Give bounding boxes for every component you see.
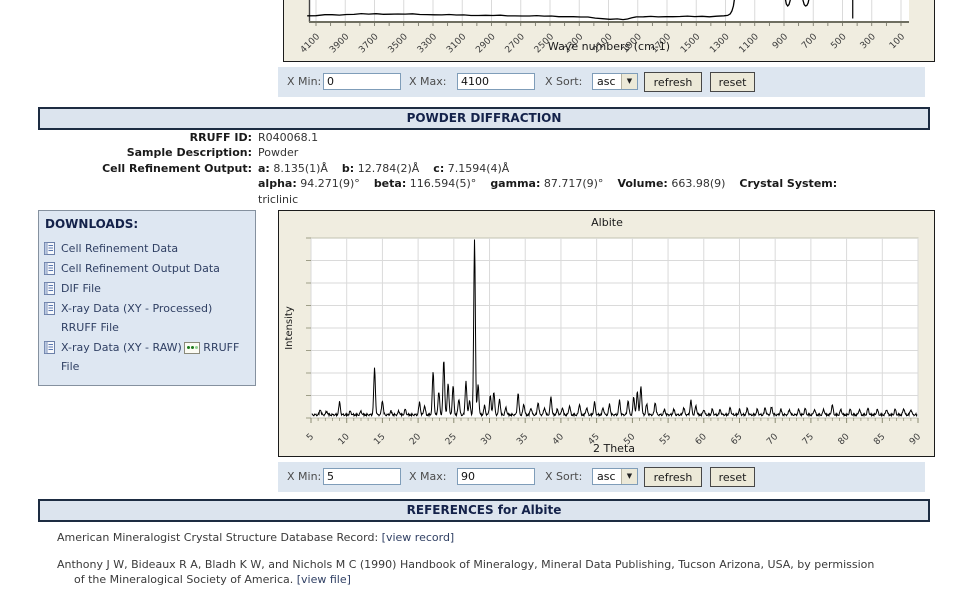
reference-link[interactable]: [view record] bbox=[382, 531, 455, 544]
references-list: American Mineralogist Crystal Structure … bbox=[57, 530, 937, 599]
x-tick-label: 100 bbox=[888, 32, 907, 51]
info-value: Powder bbox=[258, 146, 298, 159]
file-icon bbox=[44, 262, 55, 275]
x-min-input[interactable] bbox=[323, 468, 401, 485]
x-axis-title: Wave numbers (cm-1) bbox=[548, 40, 670, 53]
reset-button[interactable]: reset bbox=[710, 72, 755, 92]
x-tick-label: 1100 bbox=[738, 32, 761, 55]
x-min-label: X Min: bbox=[287, 470, 321, 483]
cell-params-line1: a: 8.135(1)Åb: 12.784(2)Åc: 7.1594(4)Å bbox=[258, 162, 523, 175]
sample-info: RRUFF ID: R040068.1 Sample Description: Pow… bbox=[38, 130, 938, 207]
x-tick-label: 2700 bbox=[504, 32, 527, 55]
x-sort-select[interactable]: asc ▼ bbox=[592, 468, 638, 485]
x-sort-label: X Sort: bbox=[545, 75, 582, 88]
info-label: Cell Refinement Output: bbox=[38, 161, 252, 176]
refresh-button[interactable]: refresh bbox=[644, 72, 702, 92]
x-sort-select[interactable]: asc ▼ bbox=[592, 73, 638, 90]
x-max-input[interactable] bbox=[457, 73, 535, 90]
x-tick-label: 55 bbox=[658, 432, 673, 447]
x-tick-label: 25 bbox=[444, 432, 459, 447]
wavenumber-spectrum-chart: 4100390037003500330031002900270025002300… bbox=[283, 0, 935, 62]
x-tick-label: 85 bbox=[872, 432, 887, 447]
x-tick-label: 20 bbox=[408, 432, 423, 447]
raw-data-icon bbox=[184, 342, 200, 354]
file-icon bbox=[44, 302, 55, 315]
file-icon bbox=[44, 242, 55, 255]
refresh-button[interactable]: refresh bbox=[644, 467, 702, 487]
x-max-input[interactable] bbox=[457, 468, 535, 485]
xrd-plot: Albite5101520253035404550556065707580859… bbox=[279, 211, 934, 456]
x-tick-label: 75 bbox=[801, 432, 816, 447]
info-label: Sample Description: bbox=[38, 145, 252, 160]
x-max-label: X Max: bbox=[409, 470, 446, 483]
x-min-label: X Min: bbox=[287, 75, 321, 88]
file-icon bbox=[44, 341, 55, 354]
x-tick-label: 900 bbox=[771, 32, 790, 51]
downloads-title: DOWNLOADS: bbox=[39, 211, 255, 239]
reference-link[interactable]: [view file] bbox=[297, 573, 351, 586]
x-tick-label: 70 bbox=[765, 432, 780, 447]
reference-text: of the Mineralogical Society of America.… bbox=[74, 572, 937, 587]
x-sort-label: X Sort: bbox=[545, 470, 582, 483]
chart-title: Albite bbox=[591, 216, 623, 229]
downloads-panel: DOWNLOADS: Cell Refinement DataCell Refi… bbox=[38, 210, 256, 386]
download-link[interactable]: DIF File bbox=[39, 279, 255, 298]
x-tick-label: 35 bbox=[515, 432, 530, 447]
y-axis-title: Intensity bbox=[284, 306, 295, 350]
x-tick-label: 15 bbox=[372, 432, 387, 447]
x-tick-label: 3500 bbox=[387, 32, 410, 55]
download-link[interactable]: Cell Refinement Output Data bbox=[39, 259, 255, 278]
x-tick-label: 700 bbox=[800, 32, 819, 51]
download-link[interactable]: X-ray Data (XY - RAW) RRUFF File bbox=[39, 338, 255, 376]
file-icon bbox=[44, 282, 55, 295]
x-tick-label: 3300 bbox=[416, 32, 439, 55]
x-tick-label: 80 bbox=[837, 432, 852, 447]
powder-diffraction-header: POWDER DIFFRACTION bbox=[38, 107, 930, 130]
chevron-down-icon[interactable]: ▼ bbox=[621, 74, 637, 89]
x-tick-label: 10 bbox=[337, 432, 352, 447]
x-tick-label: 500 bbox=[829, 32, 848, 51]
x-tick-label: 65 bbox=[729, 432, 744, 447]
x-tick-label: 300 bbox=[859, 32, 878, 51]
x-tick-label: 90 bbox=[908, 432, 923, 447]
reference-text: American Mineralogist Crystal Structure … bbox=[57, 530, 937, 545]
info-value: R040068.1 bbox=[258, 131, 318, 144]
download-link[interactable]: Cell Refinement Data bbox=[39, 239, 255, 258]
reference-text: Anthony J W, Bideaux R A, Bladh K W, and… bbox=[57, 557, 937, 572]
x-tick-label: 5 bbox=[305, 432, 316, 443]
x-axis-title: 2 Theta bbox=[593, 442, 635, 455]
download-link[interactable]: X-ray Data (XY - Processed) RRUFF File bbox=[39, 299, 255, 337]
x-min-input[interactable] bbox=[323, 73, 401, 90]
x-tick-label: 1500 bbox=[679, 32, 702, 55]
xrd-chart-controls: X Min: X Max: X Sort: asc ▼ refresh rese… bbox=[278, 462, 925, 492]
wavenumber-plot: 4100390037003500330031002900270025002300… bbox=[284, 0, 934, 61]
chevron-down-icon[interactable]: ▼ bbox=[621, 469, 637, 484]
x-tick-label: 60 bbox=[694, 432, 709, 447]
x-tick-label: 3900 bbox=[328, 32, 351, 55]
x-tick-label: 3100 bbox=[445, 32, 468, 55]
x-tick-label: 2900 bbox=[474, 32, 497, 55]
references-header: REFERENCES for Albite bbox=[38, 499, 930, 522]
x-tick-label: 30 bbox=[479, 432, 494, 447]
cell-params-line2: alpha: 94.271(9)°beta: 116.594(5)°gamma:… bbox=[258, 177, 851, 190]
reset-button[interactable]: reset bbox=[710, 467, 755, 487]
x-tick-label: 4100 bbox=[299, 32, 322, 55]
x-tick-label: 1300 bbox=[708, 32, 731, 55]
x-max-label: X Max: bbox=[409, 75, 446, 88]
info-label: RRUFF ID: bbox=[38, 130, 252, 145]
crystal-system-value: triclinic bbox=[258, 193, 298, 206]
x-tick-label: 40 bbox=[551, 432, 566, 447]
spectrum-chart-controls: X Min: X Max: X Sort: asc ▼ refresh rese… bbox=[278, 67, 925, 97]
x-tick-label: 3700 bbox=[357, 32, 380, 55]
xrd-pattern-chart: Albite5101520253035404550556065707580859… bbox=[278, 210, 935, 457]
